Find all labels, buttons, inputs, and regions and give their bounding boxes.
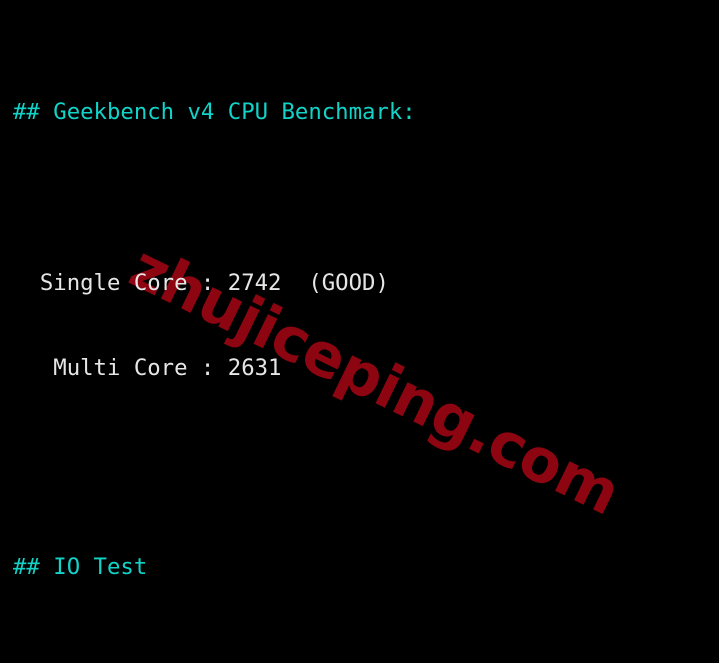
row-multi-core: Multi Core : 2631 (13, 354, 282, 381)
terminal-text-layer: ## Geekbench v4 CPU Benchmark: Single Co… (13, 13, 416, 663)
io-test-heading: ## IO Test (13, 553, 148, 580)
terminal-output-pane[interactable]: zhujiceping.com ## Geekbench v4 CPU Benc… (0, 0, 719, 663)
geekbench-heading: ## Geekbench v4 CPU Benchmark: (13, 99, 416, 126)
row-single-core: Single Core : 2742 (GOOD) (13, 269, 389, 296)
